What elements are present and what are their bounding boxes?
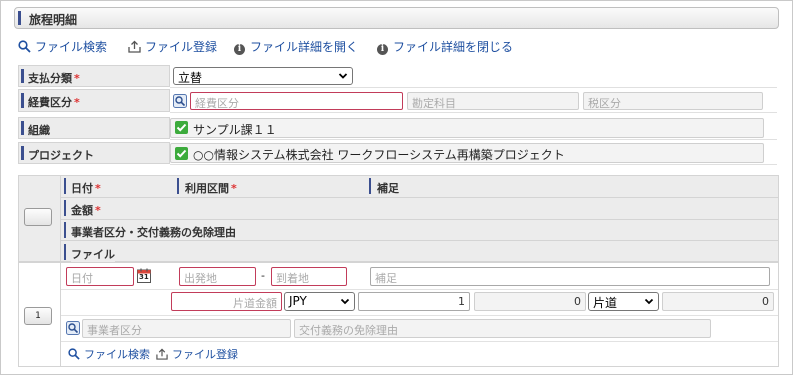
file-register-link[interactable]: ファイル登録: [128, 38, 217, 55]
file-search-link[interactable]: ファイル検索: [18, 38, 107, 55]
route-header: 利用区間 *: [185, 180, 237, 196]
upload-icon: [128, 40, 141, 53]
chevron-down-icon: [644, 293, 654, 313]
file-detail-close-link[interactable]: i ファイル詳細を閉じる: [377, 38, 513, 55]
row-select-button[interactable]: 1: [24, 307, 52, 325]
amount-header: 金額 *: [71, 202, 101, 218]
chevron-down-icon: [340, 293, 350, 313]
chevron-down-icon: [338, 68, 348, 87]
payment-label: 支払分類 *: [18, 65, 170, 87]
to-input[interactable]: 到着地: [271, 267, 347, 286]
date-header: 日付 *: [71, 180, 101, 196]
total-amount: 0: [662, 292, 774, 311]
organization-value: サンプル課１１: [193, 123, 277, 137]
expense-label: 経費区分 *: [18, 89, 170, 112]
upload-icon: [156, 348, 168, 360]
project-value: ○○情報システム株式会社 ワークフローシステム再構築プロジェクト: [193, 148, 565, 162]
business-header: 事業者区分・交付義務の免除理由: [71, 224, 236, 240]
search-icon[interactable]: [173, 94, 187, 108]
amount-input[interactable]: 片道金額: [171, 292, 282, 311]
title-accent: [18, 11, 21, 25]
section-title: 旅程明細: [29, 13, 78, 27]
date-input[interactable]: 日付: [66, 267, 134, 286]
row-file-search-link[interactable]: ファイル検索: [68, 346, 150, 362]
project-label: プロジェクト: [18, 142, 170, 164]
trip-type-select[interactable]: 片道: [588, 292, 659, 311]
converted-amount: 0: [474, 292, 586, 311]
account-field: 勘定科目: [407, 92, 579, 110]
info-icon: i: [234, 44, 245, 55]
file-detail-open-link[interactable]: i ファイル詳細を開く: [234, 38, 358, 55]
organization-label: 組織: [18, 117, 170, 139]
search-icon: [18, 40, 31, 53]
business-category-field: 事業者区分: [82, 319, 291, 338]
check-icon: [175, 121, 188, 134]
payment-select[interactable]: 立替: [173, 67, 353, 85]
currency-select[interactable]: JPY: [284, 292, 355, 311]
calendar-icon[interactable]: 31: [137, 268, 151, 283]
select-all-button[interactable]: [24, 208, 52, 226]
route-dash: -: [261, 269, 265, 282]
info-icon: i: [377, 44, 388, 55]
search-icon: [68, 348, 80, 360]
section-title-bar: 旅程明細: [14, 7, 779, 29]
file-header: ファイル: [71, 246, 115, 262]
note-header: 補足: [377, 180, 399, 196]
from-input[interactable]: 出発地: [179, 267, 256, 286]
row-file-register-link[interactable]: ファイル登録: [156, 346, 238, 362]
note-input[interactable]: 補足: [370, 267, 770, 286]
check-icon: [175, 147, 188, 160]
rate-input[interactable]: 1: [358, 292, 470, 311]
search-icon[interactable]: [66, 321, 80, 335]
tax-field: 税区分: [583, 92, 763, 110]
expense-input[interactable]: 経費区分: [190, 92, 403, 110]
exemption-reason-field: 交付義務の免除理由: [294, 319, 711, 338]
